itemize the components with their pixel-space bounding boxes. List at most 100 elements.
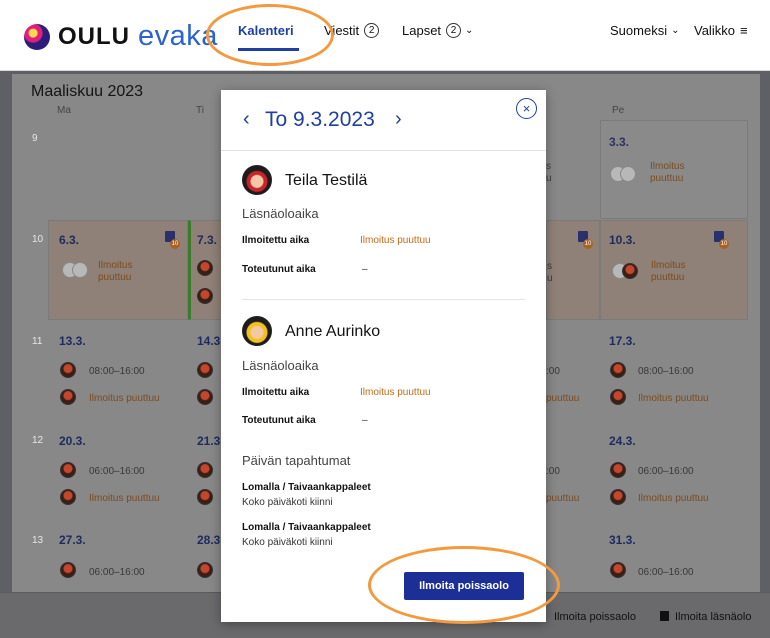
child-avatar	[197, 562, 213, 578]
child-avatar-teila	[242, 165, 272, 195]
logo-city-text: OULU	[58, 22, 130, 50]
calendar-day-cell[interactable]	[546, 220, 600, 320]
weekday-header-fri: Pe	[612, 105, 625, 116]
hamburger-icon: ≡	[739, 23, 748, 38]
report-presence-link[interactable]: Ilmoita läsnäolo	[660, 611, 751, 623]
divider	[242, 299, 525, 300]
day-date: 28.3	[197, 533, 221, 547]
day-events-title: Päivän tapahtumat	[242, 453, 351, 468]
attendance-section-title: Läsnäoloaika	[242, 206, 319, 221]
child-avatar	[60, 389, 76, 405]
child-name: Anne Aurinko	[285, 323, 381, 340]
missing-reservation-text: puuttuu	[650, 173, 684, 184]
missing-reservation-text: Ilmoitus puuttuu	[638, 493, 709, 504]
chevron-down-icon: ⌄	[465, 25, 474, 36]
previous-day-button[interactable]: ‹	[243, 108, 250, 131]
actual-time-value: –	[362, 415, 368, 426]
next-day-button[interactable]: ›	[395, 108, 402, 131]
main-menu-button[interactable]: Valikko ≡	[694, 23, 748, 38]
child-avatar	[197, 462, 213, 478]
weekday-header-tue: Ti	[196, 105, 204, 116]
week-number: 10	[32, 234, 44, 245]
missing-reservation-text: Ilmoitus puuttuu	[89, 493, 160, 504]
missing-reservation-text: Ilmoitus puuttuu	[638, 393, 709, 404]
child-avatar-anne	[242, 316, 272, 346]
reported-time-label: Ilmoitettu aika	[242, 387, 310, 398]
day-date: 6.3.	[59, 233, 80, 247]
partial-text: s	[547, 261, 552, 272]
annotation-circle	[206, 4, 334, 66]
day-date: 27.3.	[59, 533, 86, 547]
month-title: Maaliskuu 2023	[31, 83, 144, 100]
child-avatar	[197, 389, 213, 405]
annotation-circle	[368, 546, 560, 624]
day-date: 20.3.	[59, 434, 86, 448]
actual-time-label: Toteutunut aika	[242, 415, 316, 426]
child-avatar	[60, 362, 76, 378]
oulu-evaka-logo[interactable]: OULU evaka	[24, 20, 218, 53]
reported-time-label: Ilmoitettu aika	[242, 235, 310, 246]
event-description: Koko päiväkoti kiinni	[242, 537, 333, 548]
partial-text: s	[546, 161, 551, 172]
nav-children-label: Lapset	[402, 23, 442, 38]
partial-text: :00	[546, 466, 560, 477]
event-description: Koko päiväkoti kiinni	[242, 497, 333, 508]
nav-children-menu[interactable]: Lapset 2 ⌄	[402, 23, 473, 38]
missing-reservation-text: Ilmoitus	[650, 161, 685, 172]
children-count-badge: 2	[446, 23, 462, 38]
holiday-badge: 10	[583, 239, 593, 249]
event-title: Lomalla / Taivaankappaleet	[242, 522, 371, 533]
reported-time-value: Ilmoitus puuttuu	[360, 387, 431, 398]
reservation-time: 06:00–16:00	[89, 567, 145, 578]
missing-reservation-text: puuttuu	[651, 272, 685, 283]
child-avatar	[72, 262, 88, 278]
language-label: Suomeksi	[610, 23, 668, 38]
partial-text: u	[546, 173, 552, 184]
child-avatar	[610, 389, 626, 405]
child-avatar	[610, 562, 626, 578]
language-selector[interactable]: Suomeksi ⌄	[610, 23, 679, 38]
partial-text: :00	[546, 366, 560, 377]
day-date: 24.3.	[609, 434, 636, 448]
day-date: 21.3	[197, 434, 221, 448]
reservation-time: 08:00–16:00	[89, 366, 145, 377]
day-date: 7.3.	[197, 233, 218, 247]
child-avatar	[610, 489, 626, 505]
attendance-section-title: Läsnäoloaika	[242, 358, 319, 373]
close-icon[interactable]: ×	[516, 98, 537, 119]
day-date: 3.3.	[609, 135, 630, 149]
reservation-time: 06:00–16:00	[638, 567, 694, 578]
actual-time-value: –	[362, 264, 368, 275]
report-absence-link[interactable]: Ilmoita poissaolo	[554, 611, 636, 623]
holiday-badge: 10	[719, 239, 729, 249]
partial-text: u	[547, 273, 553, 284]
child-avatar	[197, 260, 213, 276]
partial-text: puuttuu	[546, 493, 580, 504]
missing-reservation-text: Ilmoitus	[98, 260, 133, 271]
missing-reservation-text: Ilmoitus puuttuu	[89, 393, 160, 404]
menu-label: Valikko	[694, 23, 735, 38]
child-avatar	[620, 166, 636, 182]
calendar-plus-icon	[660, 611, 669, 621]
event-title: Lomalla / Taivaankappaleet	[242, 482, 371, 493]
modal-date-title: To 9.3.2023	[265, 108, 375, 131]
holiday-badge: 10	[170, 239, 180, 249]
child-avatar	[60, 489, 76, 505]
child-avatar	[622, 263, 638, 279]
child-avatar	[610, 462, 626, 478]
week-number: 9	[32, 133, 38, 144]
report-absence-label: Ilmoita poissaolo	[554, 611, 636, 623]
day-date: 10.3.	[609, 233, 636, 247]
child-avatar	[610, 362, 626, 378]
child-avatar	[197, 288, 213, 304]
child-avatar	[60, 462, 76, 478]
child-avatar	[197, 489, 213, 505]
report-presence-label: Ilmoita läsnäolo	[675, 611, 752, 623]
reservation-time: 06:00–16:00	[89, 466, 145, 477]
missing-reservation-text: puuttuu	[98, 272, 132, 283]
reservation-time: 08:00–16:00	[638, 366, 694, 377]
child-avatar	[60, 562, 76, 578]
messages-count-badge: 2	[364, 23, 380, 38]
day-date: 31.3.	[609, 533, 636, 547]
divider	[221, 150, 546, 151]
